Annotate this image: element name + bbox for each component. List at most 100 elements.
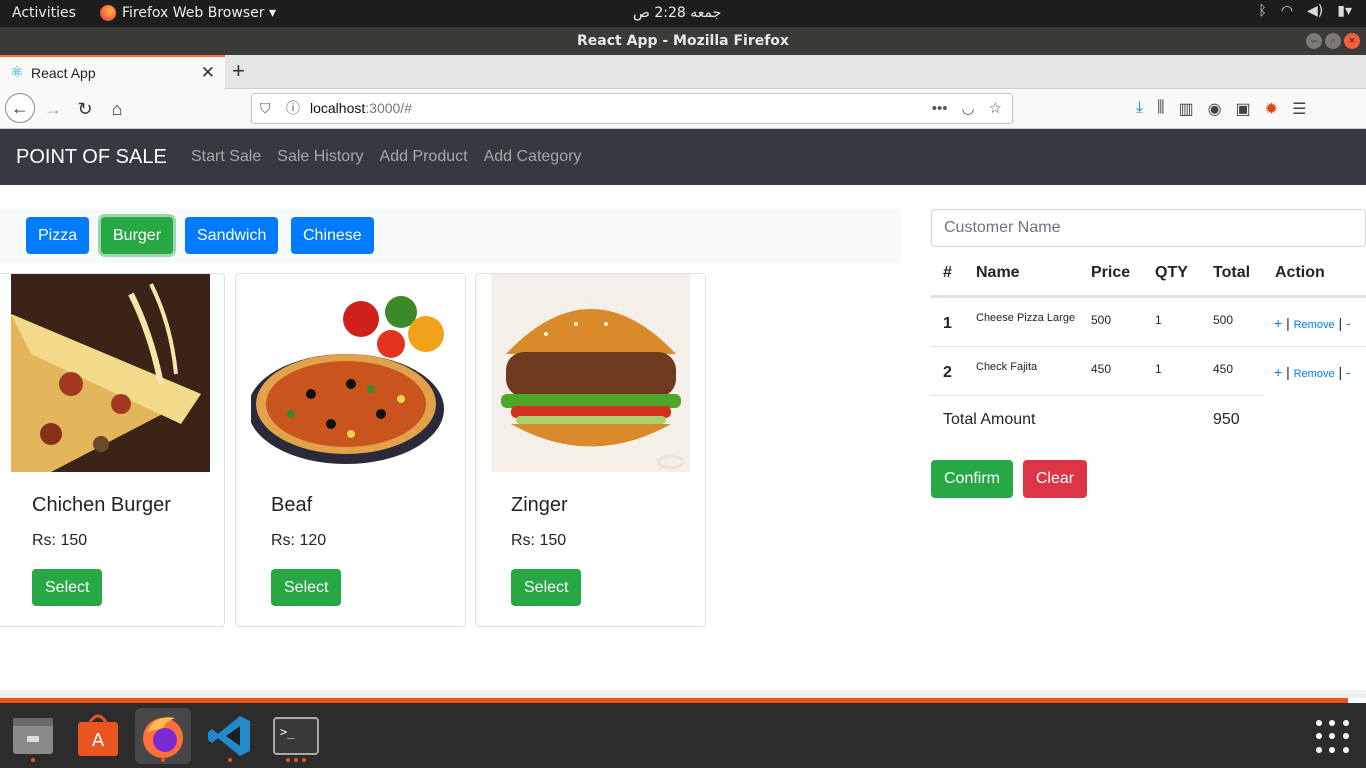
col-header-total: Total <box>1213 264 1251 281</box>
product-price: Rs: 120 <box>271 532 327 549</box>
action-separator: | <box>1286 315 1290 331</box>
url-path: :3000/# <box>365 100 412 116</box>
category-bar: Pizza Burger Sandwich Chinese <box>0 209 901 263</box>
col-header-price: Price <box>1091 264 1131 281</box>
action-separator: | <box>1338 315 1343 331</box>
extension-icon[interactable]: ▣ <box>1236 99 1251 119</box>
system-top-bar: Activities Firefox Web Browser ▾ جمعه 2:… <box>0 0 1366 27</box>
category-pizza-button[interactable]: Pizza <box>26 217 90 254</box>
browser-tools: ⤓ ⫼ ▥ ◉ ▣ ✹ ☰ <box>1136 99 1306 119</box>
home-icon[interactable]: ⌂ <box>103 95 131 123</box>
nav-add-product[interactable]: Add Product <box>380 148 468 166</box>
forward-icon[interactable]: → <box>39 95 67 123</box>
tab-react-app[interactable]: ⚛ React App ✕ <box>0 55 225 89</box>
remove-item-button[interactable]: Remove <box>1294 368 1335 380</box>
battery-icon[interactable]: ▮▾ <box>1337 3 1352 19</box>
row-name: Cheese Pizza Large <box>976 312 1076 324</box>
product-price: Rs: 150 <box>32 532 88 549</box>
bluetooth-icon[interactable]: ᛒ <box>1258 3 1266 19</box>
row-divider <box>931 395 1264 396</box>
category-sandwich-button[interactable]: Sandwich <box>185 217 279 254</box>
show-applications-icon[interactable] <box>1316 720 1350 754</box>
svg-text:>_: >_ <box>280 725 295 739</box>
col-header-action: Action <box>1275 264 1325 281</box>
category-burger-button[interactable]: Burger <box>101 217 174 254</box>
account-icon[interactable]: ◉ <box>1208 99 1222 119</box>
more-icon[interactable]: ••• <box>932 94 948 123</box>
table-row: 1 Cheese Pizza Large 500 1 500 + | Remov… <box>931 297 1366 346</box>
app-menu-label: Firefox Web Browser ▾ <box>122 5 276 21</box>
dock-firefox[interactable] <box>135 708 191 764</box>
product-card: Chichen Burger Rs: 150 Select <box>0 273 225 627</box>
dock-files[interactable] <box>5 708 61 764</box>
select-product-button[interactable]: Select <box>511 569 582 606</box>
menu-icon[interactable]: ☰ <box>1292 99 1306 119</box>
clear-button[interactable]: Clear <box>1023 460 1087 498</box>
dock-vscode[interactable] <box>202 708 258 764</box>
product-name: Zinger <box>511 494 568 516</box>
product-image-pizza <box>251 274 450 472</box>
brand[interactable]: POINT OF SALE <box>16 146 167 169</box>
decrease-qty-button[interactable]: - <box>1346 364 1351 380</box>
row-number: 2 <box>943 364 952 381</box>
close-icon[interactable]: × <box>1344 33 1360 49</box>
sidebar-icon[interactable]: ▥ <box>1178 99 1193 119</box>
select-product-button[interactable]: Select <box>32 569 103 606</box>
react-icon: ⚛ <box>10 64 24 81</box>
running-indicator <box>161 758 165 762</box>
running-indicator <box>286 758 290 762</box>
addon-icon[interactable]: ✹ <box>1265 99 1278 119</box>
running-indicator <box>294 758 298 762</box>
new-tab-icon[interactable]: + <box>232 58 245 84</box>
shield-icon[interactable]: ⛉ <box>260 94 271 123</box>
minimize-icon[interactable]: – <box>1306 33 1322 49</box>
decrease-qty-button[interactable]: - <box>1346 315 1351 331</box>
product-image-pizza-slice <box>11 274 210 472</box>
activities-button[interactable]: Activities <box>12 5 76 21</box>
library-icon[interactable]: ⫼ <box>1157 99 1164 119</box>
total-amount-value: 950 <box>1213 411 1240 428</box>
back-icon[interactable]: ← <box>5 93 35 123</box>
increase-qty-button[interactable]: + <box>1274 315 1282 331</box>
download-icon[interactable]: ⤓ <box>1136 99 1143 119</box>
tab-title: React App <box>31 65 96 81</box>
reload-icon[interactable]: ↻ <box>71 95 99 123</box>
firefox-icon <box>100 5 116 21</box>
customer-name-input[interactable] <box>931 209 1366 247</box>
remove-item-button[interactable]: Remove <box>1294 319 1335 331</box>
maximize-icon[interactable]: ▫ <box>1325 33 1341 49</box>
dock-software[interactable]: A <box>70 708 126 764</box>
nav-sale-history[interactable]: Sale History <box>277 148 363 166</box>
nav-links: Start Sale Sale History Add Product Add … <box>191 148 581 166</box>
window-title: React App - Mozilla Firefox <box>0 27 1366 55</box>
vscode-icon <box>208 716 250 756</box>
product-name: Beaf <box>271 494 313 516</box>
category-chinese-button[interactable]: Chinese <box>291 217 374 254</box>
increase-qty-button[interactable]: + <box>1274 364 1282 380</box>
window-controls: – ▫ × <box>1306 33 1360 49</box>
app-menu[interactable]: Firefox Web Browser ▾ <box>100 5 276 21</box>
dock: A >_ <box>0 703 1366 768</box>
info-icon[interactable]: ⓘ <box>286 94 300 123</box>
product-image-burger <box>491 274 690 472</box>
row-price: 500 <box>1091 313 1112 327</box>
app-navbar: POINT OF SALE Start Sale Sale History Ad… <box>0 129 1366 185</box>
url-bar[interactable]: ⛉ ⓘ localhost:3000/# ••• ◡ ☆ <box>251 93 1013 124</box>
select-product-button[interactable]: Select <box>271 569 342 606</box>
nav-start-sale[interactable]: Start Sale <box>191 148 261 166</box>
url-actions: ••• ◡ ☆ <box>932 94 1002 123</box>
pocket-icon[interactable]: ◡ <box>961 94 974 123</box>
bookmark-star-icon[interactable]: ☆ <box>989 94 1002 123</box>
volume-icon[interactable]: ◀) <box>1307 3 1323 19</box>
nav-add-category[interactable]: Add Category <box>484 148 582 166</box>
dock-terminal[interactable]: >_ <box>268 708 324 764</box>
product-card: Beaf Rs: 120 Select <box>235 273 466 627</box>
running-indicator <box>228 758 232 762</box>
wifi-icon[interactable]: ◠ <box>1281 3 1293 19</box>
action-separator: | <box>1286 364 1290 380</box>
system-tray[interactable]: ᛒ ◠ ◀) ▮▾ <box>1258 3 1352 19</box>
row-qty: 1 <box>1155 362 1162 376</box>
close-tab-icon[interactable]: ✕ <box>201 63 215 83</box>
confirm-button[interactable]: Confirm <box>931 460 1013 498</box>
clock[interactable]: جمعه 2:28 ص <box>633 5 721 21</box>
